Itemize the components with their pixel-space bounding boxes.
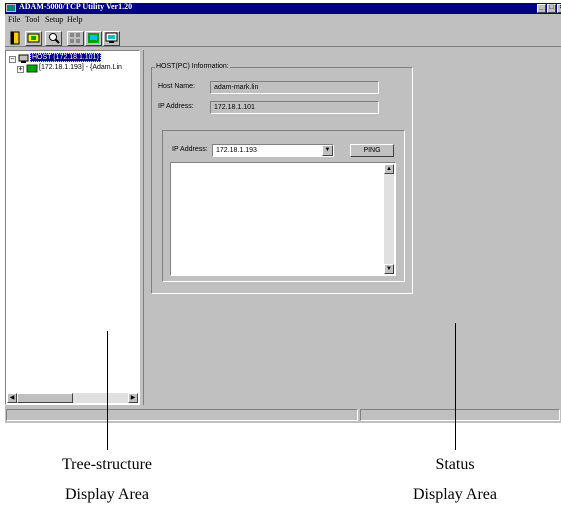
add-device-button[interactable] [25,31,42,46]
maximize-button[interactable]: □ [547,4,556,13]
scroll-up-button[interactable]: ▲ [384,164,394,174]
ping-button[interactable]: PING [350,144,394,157]
door-icon [10,31,19,45]
magnifier-icon [48,33,60,44]
scroll-down-button[interactable]: ▼ [384,264,394,274]
status-callout-line [455,323,456,450]
monitor-button[interactable] [103,31,120,46]
device-icon [27,33,39,43]
tree-callout-line [107,331,108,450]
ping-result-box[interactable]: ▲ ▼ [170,162,396,276]
status-panel-2 [360,409,560,421]
scroll-right-button[interactable]: ▶ [128,393,138,403]
menu-tool[interactable]: Tool [25,15,40,24]
ping-group: IP Address: 172.18.1.193 ▼ PING ▲ ▼ [162,130,405,282]
ping-ip-combo[interactable]: 172.18.1.193 ▼ [212,144,334,157]
monitor-icon [105,32,117,43]
ping-ip-value: 172.18.1.193 [216,147,257,154]
status-panel-1 [6,409,358,421]
tree-view[interactable]: − HOST (172.18.1.101) + [172.18.1.193] -… [5,50,140,405]
menu-help[interactable]: Help [67,15,83,24]
window-title: ADAM-5000/TCP Utility Ver1.20 [19,3,133,11]
scroll-left-button[interactable]: ◀ [7,393,17,403]
expand-device-toggle[interactable]: + [17,66,24,73]
grid-button[interactable] [67,31,84,46]
status-caption-line2: Display Area [413,486,497,503]
tree-item-host[interactable]: HOST (172.18.1.101) [30,53,101,62]
tree-caption-line2: Display Area [65,486,149,503]
tree-item-device[interactable]: [172.18.1.193] - {Adam.Lin [39,64,122,71]
scrollbar-thumb[interactable] [17,393,73,403]
host-info-group: HOST(PC) Information: Host Name: adam-ma… [151,63,413,294]
vertical-scrollbar[interactable]: ▲ ▼ [384,164,394,274]
device-icon [26,64,38,73]
horizontal-scrollbar[interactable]: ◀ ▶ [7,393,138,403]
computer-icon [18,54,29,63]
host-ip-label: IP Address: [158,103,194,110]
host-ip-field: 172.18.1.101 [210,101,379,114]
host-info-group-label: HOST(PC) Information: [155,63,230,70]
menu-setup[interactable]: Setup [45,15,63,24]
toolbar [5,27,561,47]
grid-icon [69,33,80,43]
app-icon [6,4,16,12]
exit-button[interactable] [6,31,23,46]
search-button[interactable] [45,31,62,46]
network-button[interactable] [85,31,102,46]
menu-bar: File Tool Setup Help [5,15,561,26]
close-button[interactable]: × [557,4,561,13]
chevron-down-icon[interactable]: ▼ [322,145,333,156]
status-bar [5,409,561,422]
host-name-field: adam-mark.lin [210,81,379,94]
status-caption-line1: Status [435,456,475,473]
host-name-label: Host Name: [158,83,195,90]
ping-ip-label: IP Address: [172,146,208,153]
network-icon [87,33,99,43]
title-bar[interactable]: ADAM-5000/TCP Utility Ver1.20 _ □ × [5,3,561,14]
expand-host-toggle[interactable]: − [9,56,16,63]
menu-file[interactable]: File [8,15,20,24]
status-pane: HOST(PC) Information: Host Name: adam-ma… [143,50,561,405]
app-window: ADAM-5000/TCP Utility Ver1.20 _ □ × File… [5,3,561,423]
minimize-button[interactable]: _ [537,4,546,13]
tree-caption-line1: Tree-structure [61,456,153,473]
